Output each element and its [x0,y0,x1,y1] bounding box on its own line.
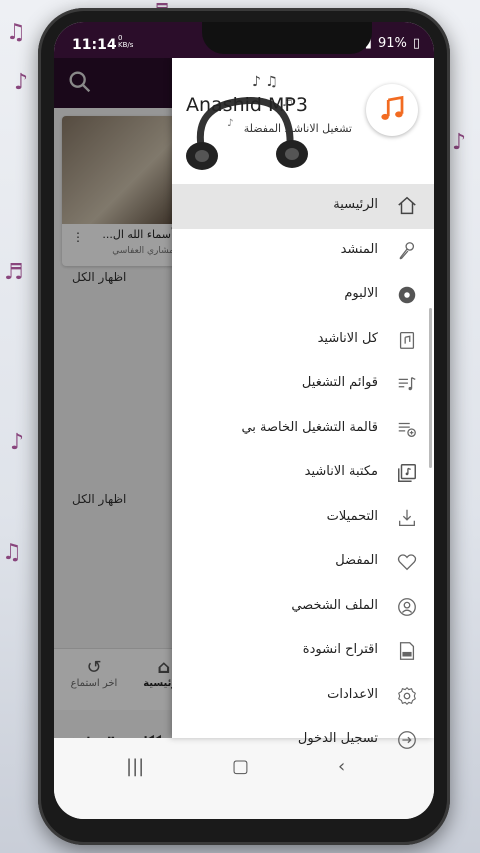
login-icon [398,731,416,749]
profile-icon [398,597,416,616]
menu-item-playlists[interactable]: قوائم التشغيل [172,362,434,407]
battery-icon: ▯ [412,36,420,51]
menu-item-suggest[interactable]: اقتراح انشودة [172,629,434,674]
menu-item-downloads[interactable]: التحميلات [172,496,434,541]
status-time: 11:14 [72,37,117,53]
music-note-decoration: ♫ [6,20,26,45]
network-speed-unit: KB/s [118,41,134,49]
drawer-menu: الرئيسية المنشد الالبوم كل الاناشيد قوائ… [172,184,434,763]
download-icon [399,509,415,526]
menu-item-label: المنشد [340,241,378,257]
all-songs-icon [399,331,415,349]
menu-item-label: قالمة التشغيل الخاصة بي [241,419,378,435]
headphones-art-icon: ♪ ♫ ♬ ♪ [186,74,308,170]
recent-apps-icon[interactable]: ||| [126,756,144,777]
menu-item-album[interactable]: الالبوم [172,273,434,318]
menu-item-label: الالبوم [344,286,378,301]
menu-item-label: كل الاناشيد [317,330,378,346]
menu-item-label: المفضل [335,553,378,568]
app-title: Anashid MP3 [186,94,308,116]
network-speed: 0 KB/s [118,35,133,49]
suggest-icon [399,642,415,660]
menu-item-label: قوائم التشغيل [301,375,378,390]
menu-item-label: الاعدادات [327,686,378,702]
menu-item-home[interactable]: الرئيسية [172,184,434,229]
menu-item-label: التحميلات [326,508,378,524]
phone-frame: 11:14 0 KB/s ✕ ◔ ▮ 91% ▯ [38,8,450,845]
menu-item-label: تسجيل الدخول [297,731,378,746]
menu-item-settings[interactable]: الاعدادات [172,674,434,719]
heart-icon [397,554,417,571]
camera-notch [202,22,372,54]
music-note-decoration: ♪ [10,430,25,455]
menu-item-label: مكتبة الاناشيد [304,464,378,479]
drawer-header: ♪ ♫ ♬ ♪ Anashid MP3 تشغيل الاناشيد المفض… [172,58,434,178]
menu-item-singer[interactable]: المنشد [172,229,434,274]
menu-item-all-songs[interactable]: كل الاناشيد [172,318,434,363]
music-note-decoration: ♬ [4,260,24,285]
drawer-scrollbar[interactable] [429,308,432,468]
phone-screen: 11:14 0 KB/s ✕ ◔ ▮ 91% ▯ [54,22,434,819]
music-note-decoration: ♫ [2,540,22,565]
menu-item-profile[interactable]: الملف الشخصي [172,585,434,630]
menu-item-label: الرئيسية [333,197,378,212]
music-note-decoration: ♪ [14,70,29,95]
album-icon [398,286,416,304]
music-note-decoration: ♪ [452,130,467,155]
battery-percent: 91% [377,36,407,51]
menu-item-label: اقتراح انشودة [302,642,378,657]
my-playlist-icon [398,422,416,437]
menu-item-library[interactable]: مكتبة الاناشيد [172,451,434,496]
svg-text:♪: ♪ [227,118,233,129]
singer-icon [399,241,415,259]
menu-item-my-playlist[interactable]: قالمة التشغيل الخاصة بي [172,407,434,452]
settings-icon [398,686,416,705]
home-icon [398,196,416,215]
music-note-icon [381,95,404,120]
app-logo [366,84,418,136]
menu-item-label: الملف الشخصي [291,597,378,613]
navigation-drawer: ♪ ♫ ♬ ♪ Anashid MP3 تشغيل الاناشيد المفض… [172,58,434,749]
svg-text:♪ ♫: ♪ ♫ [252,74,278,90]
library-icon [398,464,416,482]
app-subtitle: تشغيل الاناشيد المفضلة [243,122,352,135]
playlists-icon [398,377,416,391]
menu-item-favorites[interactable]: المفضل [172,540,434,585]
menu-item-login[interactable]: تسجيل الدخول [172,718,434,763]
